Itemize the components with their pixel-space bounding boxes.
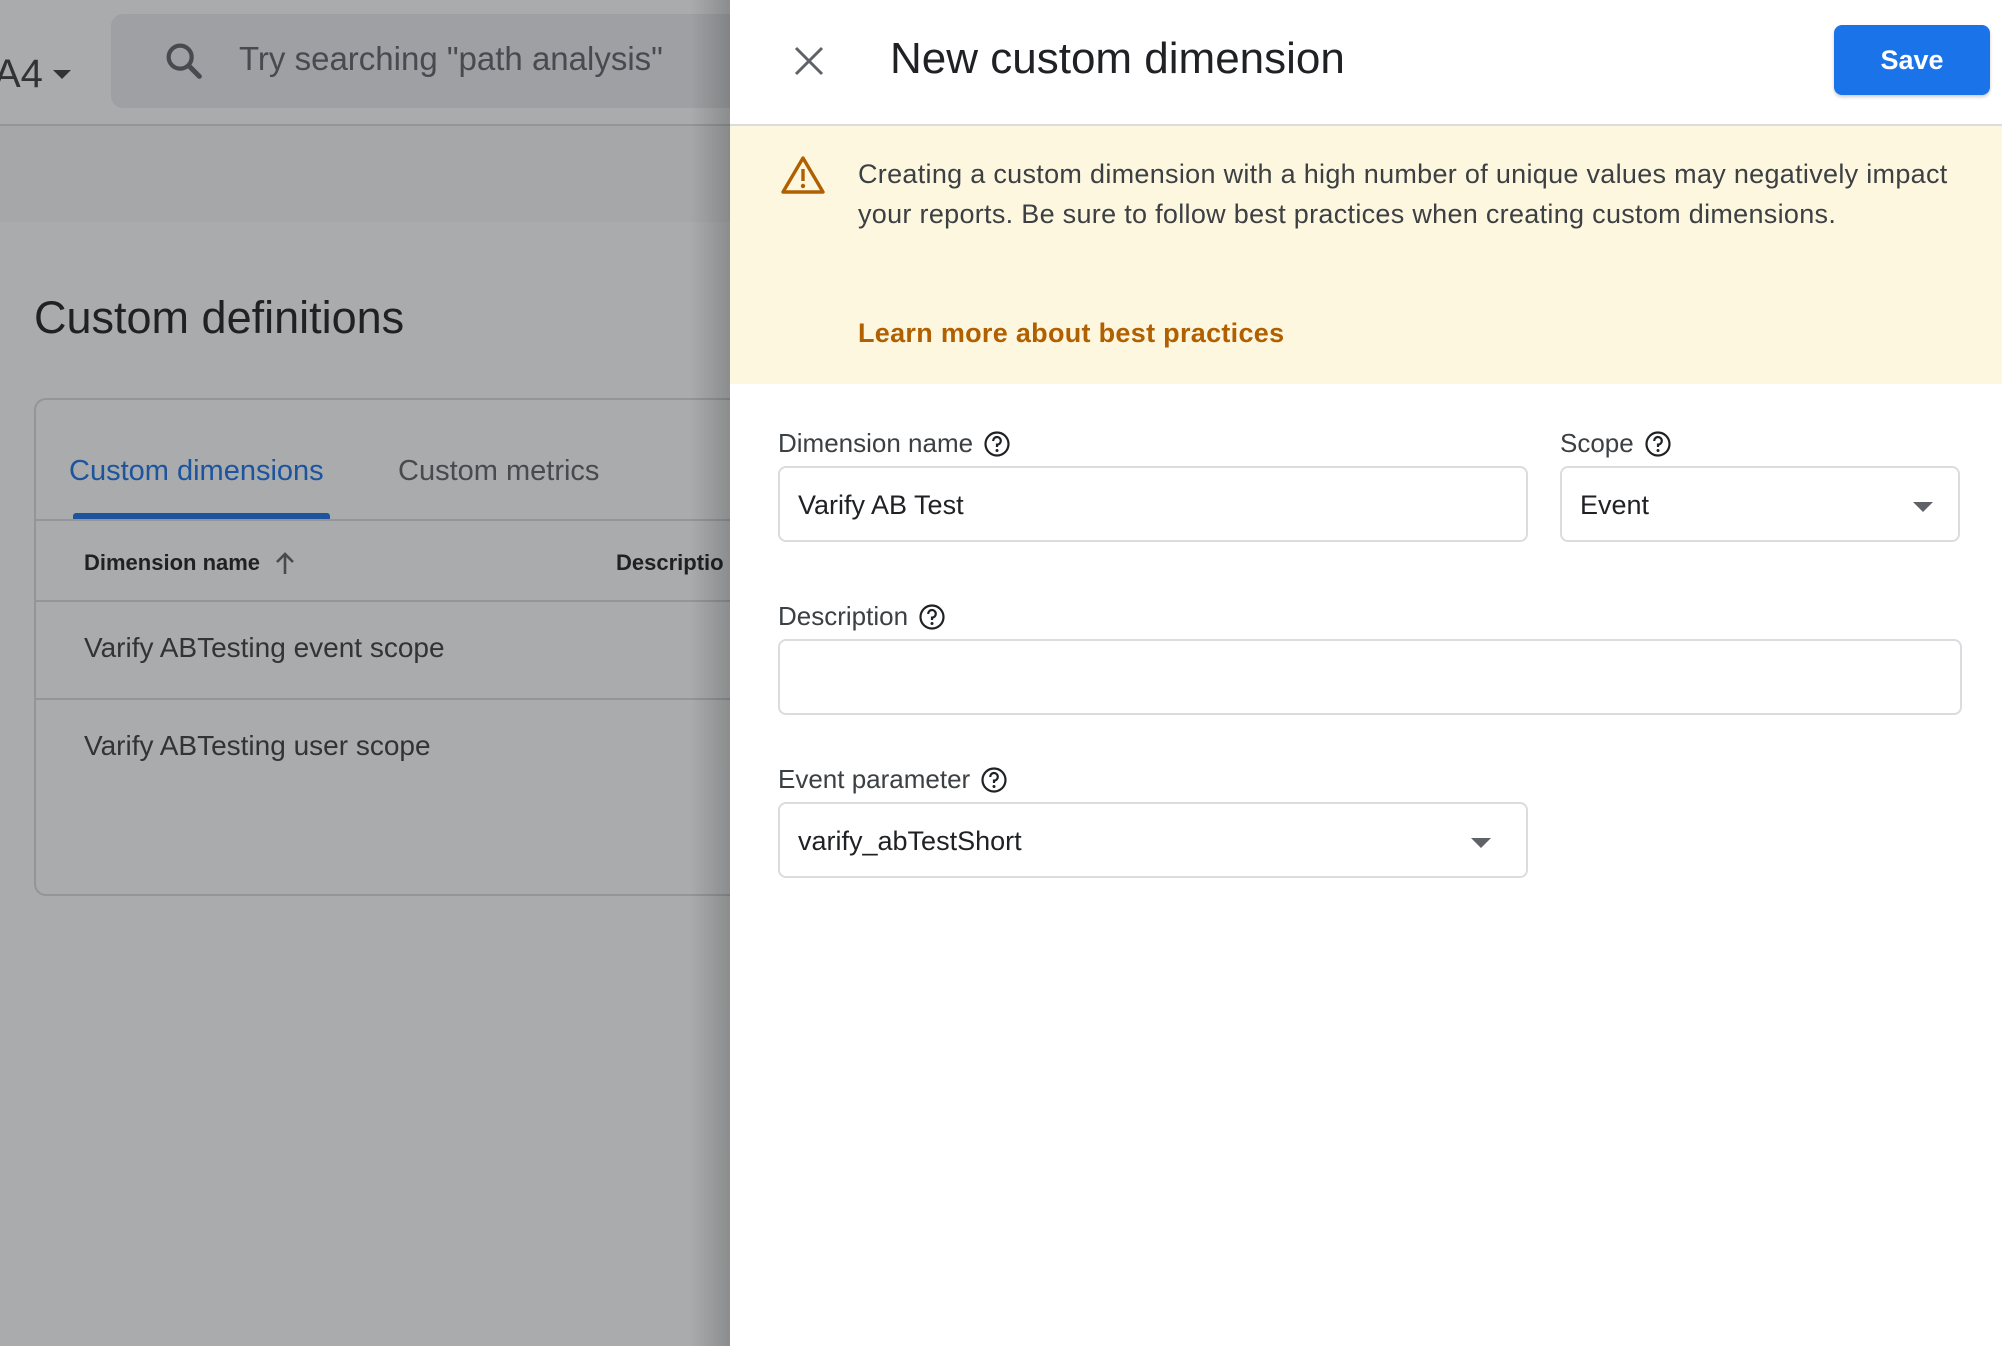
event-parameter-label: Event parameter [778, 764, 1008, 795]
warning-text: Creating a custom dimension with a high … [858, 159, 1948, 229]
event-parameter-value: varify_abTestShort [798, 826, 1022, 856]
dimension-name-label-text: Dimension name [778, 428, 974, 458]
page: A4 Try searching "path analysis" Custom … [0, 0, 2002, 1346]
help-icon[interactable] [980, 766, 1008, 794]
description-field[interactable] [778, 639, 1962, 715]
help-icon[interactable] [918, 603, 946, 631]
dimension-name-field[interactable]: Varify AB Test [778, 466, 1528, 542]
event-parameter-label-text: Event parameter [778, 764, 971, 794]
new-custom-dimension-panel: New custom dimension Save Creating a cus… [730, 0, 2002, 1346]
help-icon[interactable] [983, 430, 1011, 458]
panel-header: New custom dimension Save [730, 0, 2002, 126]
description-label: Description [778, 601, 946, 632]
close-icon [794, 46, 824, 76]
scope-select[interactable]: Event [1560, 466, 1960, 542]
scope-label: Scope [1560, 428, 1672, 459]
scope-label-text: Scope [1560, 428, 1634, 458]
panel-title: New custom dimension [890, 34, 1345, 83]
event-parameter-select[interactable]: varify_abTestShort [778, 802, 1528, 878]
help-icon[interactable] [1644, 430, 1672, 458]
dimension-name-value: Varify AB Test [798, 490, 964, 520]
dropdown-arrow-icon [1913, 502, 1933, 512]
panel-shadow [690, 0, 730, 1346]
save-button[interactable]: Save [1834, 25, 1990, 95]
warning-banner: Creating a custom dimension with a high … [730, 126, 2002, 384]
scope-value: Event [1580, 490, 1650, 520]
dimension-name-label: Dimension name [778, 428, 1011, 459]
best-practices-link[interactable]: Learn more about best practices [858, 318, 1284, 349]
description-label-text: Description [778, 601, 909, 631]
close-button[interactable] [786, 38, 832, 84]
dropdown-arrow-icon [1471, 838, 1491, 848]
warning-icon [781, 156, 825, 194]
